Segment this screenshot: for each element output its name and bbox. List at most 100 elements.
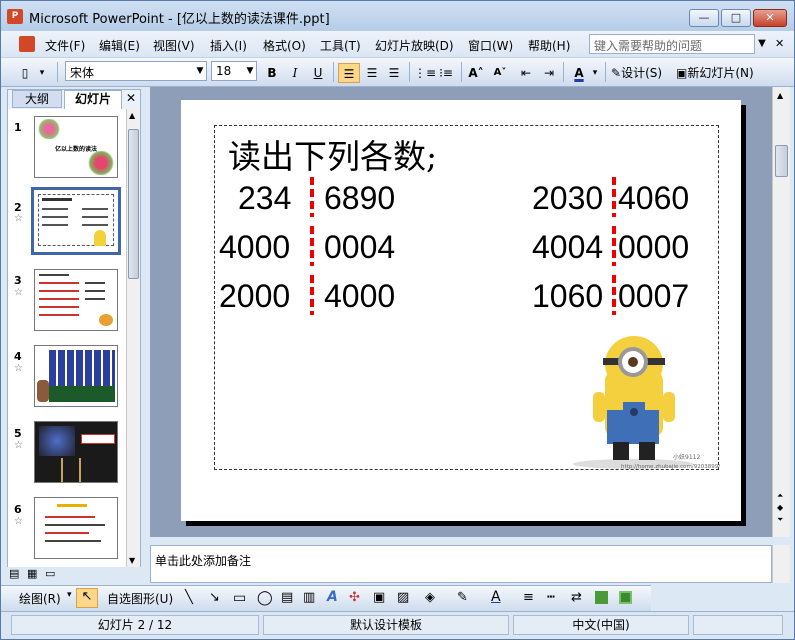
menu-tools[interactable]: 工具(T) <box>320 37 361 54</box>
bold-button[interactable]: B <box>263 63 281 83</box>
number-text[interactable]: 0007 <box>618 278 689 315</box>
menu-file[interactable]: 文件(F) <box>45 37 85 54</box>
draw-menu-button[interactable]: 绘图(R) <box>19 590 61 607</box>
menu-edit[interactable]: 编辑(E) <box>99 37 140 54</box>
shadow-style-icon[interactable] <box>595 591 608 604</box>
italic-button[interactable]: I <box>286 63 304 83</box>
slide-thumbnail-5[interactable] <box>34 421 118 483</box>
line-color-icon[interactable]: ✎ <box>457 590 468 605</box>
new-slide-button[interactable]: ▣新幻灯片(N) <box>676 63 764 83</box>
chevron-up-icon[interactable]: ▲ <box>777 91 783 100</box>
slide-thumbnail-6[interactable] <box>34 497 118 559</box>
font-color-icon[interactable]: A <box>491 589 501 605</box>
font-name-select[interactable]: 宋体 <box>65 61 207 81</box>
line-icon[interactable]: ╲ <box>185 590 193 605</box>
normal-view-icon[interactable]: ▤ <box>9 567 19 580</box>
tab-slides[interactable]: 幻灯片 <box>64 90 122 109</box>
help-search-input[interactable]: 键入需要帮助的问题 <box>589 34 755 54</box>
number-text[interactable]: 0004 <box>324 229 395 266</box>
menu-view[interactable]: 视图(V) <box>153 37 195 54</box>
number-text[interactable]: 4060 <box>618 180 689 217</box>
scroll-thumb[interactable] <box>775 145 788 177</box>
thumbnail-list[interactable]: 1 亿以上数的读法 2 ☆ 3 ☆ 4 ☆ 5 ☆ 6 ☆ <box>8 109 126 567</box>
number-text[interactable]: 4000 <box>219 229 290 266</box>
align-center-button[interactable]: ☰ <box>362 63 382 83</box>
close-button[interactable]: ✕ <box>753 9 787 27</box>
bullet-list-icon[interactable]: ⁝≡ <box>436 63 456 83</box>
align-left-button[interactable]: ☰ <box>338 63 360 83</box>
slide-scrollbar[interactable]: ▲ ⏶ ◆ ⏷ <box>772 87 790 537</box>
arrow-style-icon[interactable]: ⇄ <box>571 590 582 605</box>
picture-icon[interactable]: ▨ <box>397 590 409 605</box>
diagram-icon[interactable]: ✣ <box>349 590 360 605</box>
clipart-icon[interactable]: ▣ <box>373 590 385 605</box>
ellipse-icon[interactable]: ◯ <box>257 590 273 606</box>
chevron-down-icon[interactable]: ▼ <box>244 62 256 80</box>
number-text[interactable]: 2000 <box>219 278 290 315</box>
document-icon[interactable] <box>19 36 35 52</box>
chevron-down-icon[interactable]: ▼ <box>129 556 135 565</box>
title-bar[interactable]: P Microsoft PowerPoint - [亿以上数的读法课件.ppt]… <box>1 1 794 31</box>
next-slide-icon[interactable]: ⏷ <box>777 515 783 525</box>
minion-image[interactable]: 小妖9112 http://home.zhubajie.com/9203899/ <box>553 332 733 472</box>
menu-insert[interactable]: 插入(I) <box>210 37 247 54</box>
notes-scrollbar[interactable] <box>772 545 790 583</box>
design-template-indicator[interactable]: 默认设计模板 <box>263 615 509 635</box>
vertical-textbox-icon[interactable]: ▥ <box>303 590 315 605</box>
number-text[interactable]: 1060 <box>532 278 603 315</box>
font-color-icon[interactable]: A <box>569 63 589 83</box>
number-text[interactable]: 0000 <box>618 229 689 266</box>
chevron-down-icon[interactable]: ▾ <box>37 63 47 83</box>
numbered-list-icon[interactable]: ⋮≡ <box>414 63 436 83</box>
align-right-button[interactable]: ☰ <box>384 63 404 83</box>
chevron-down-icon[interactable]: ▾ <box>67 590 72 600</box>
design-button[interactable]: ✎设计(S) <box>611 63 671 83</box>
chevron-down-icon[interactable]: ▼ <box>194 62 206 80</box>
close-icon[interactable]: ✕ <box>126 91 136 105</box>
menu-help[interactable]: 帮助(H) <box>528 37 570 54</box>
number-text[interactable]: 234 <box>238 180 291 217</box>
notes-pane[interactable]: 单击此处添加备注 <box>150 545 772 583</box>
underline-button[interactable]: U <box>309 63 327 83</box>
rectangle-icon[interactable]: ▭ <box>233 590 246 606</box>
chevron-down-icon[interactable]: ▾ <box>590 63 600 83</box>
slide-title[interactable]: 读出下列各数; <box>228 130 437 178</box>
menu-slideshow[interactable]: 幻灯片放映(D) <box>375 37 454 54</box>
number-text[interactable]: 6890 <box>324 180 395 217</box>
fill-color-icon[interactable]: ◈ <box>425 590 435 605</box>
dash-style-icon[interactable]: ┅ <box>547 590 555 605</box>
minimize-button[interactable]: — <box>689 9 719 27</box>
wordart-icon[interactable]: A <box>327 589 338 605</box>
maximize-button[interactable]: □ <box>721 9 751 27</box>
sorter-view-icon[interactable]: ▦ <box>27 567 37 580</box>
chevron-up-icon[interactable]: ▲ <box>129 111 135 120</box>
slide-thumbnail-4[interactable] <box>34 345 118 407</box>
powerpoint-app-icon[interactable]: P <box>7 9 23 24</box>
number-text[interactable]: 2030 <box>532 180 603 217</box>
number-text[interactable]: 4000 <box>324 278 395 315</box>
line-style-icon[interactable]: ≡ <box>523 590 534 605</box>
slide-thumbnail-1[interactable]: 亿以上数的读法 <box>34 116 118 178</box>
select-object-icon[interactable]: ◆ <box>777 503 783 512</box>
tab-outline[interactable]: 大纲 <box>12 90 62 108</box>
select-arrow-icon[interactable]: ↖ <box>76 588 98 608</box>
3d-style-icon[interactable] <box>619 591 632 604</box>
increase-font-icon[interactable]: A˄ <box>466 63 486 83</box>
slide-thumbnail-2[interactable] <box>31 187 121 255</box>
previous-slide-icon[interactable]: ⏶ <box>777 491 783 501</box>
chevron-down-icon[interactable]: ▼ <box>755 34 769 54</box>
menu-format[interactable]: 格式(O) <box>263 37 306 54</box>
thumbnail-scrollbar[interactable]: ▲ ▼ <box>126 109 140 567</box>
document-close-button[interactable]: ✕ <box>775 37 784 50</box>
slide-thumbnail-3[interactable] <box>34 269 118 331</box>
scroll-thumb[interactable] <box>128 129 139 279</box>
number-text[interactable]: 4004 <box>532 229 603 266</box>
slide-canvas[interactable]: 读出下列各数; 234 6890 2030 4060 4000 0004 400… <box>181 100 741 521</box>
decrease-font-icon[interactable]: A˅ <box>490 63 510 83</box>
decrease-indent-icon[interactable]: ⇤ <box>516 63 536 83</box>
autoshape-menu-button[interactable]: 自选图形(U) <box>107 590 173 607</box>
new-document-icon[interactable]: ▯ <box>15 63 35 83</box>
textbox-icon[interactable]: ▤ <box>281 590 293 605</box>
increase-indent-icon[interactable]: ⇥ <box>539 63 559 83</box>
menu-window[interactable]: 窗口(W) <box>468 37 513 54</box>
